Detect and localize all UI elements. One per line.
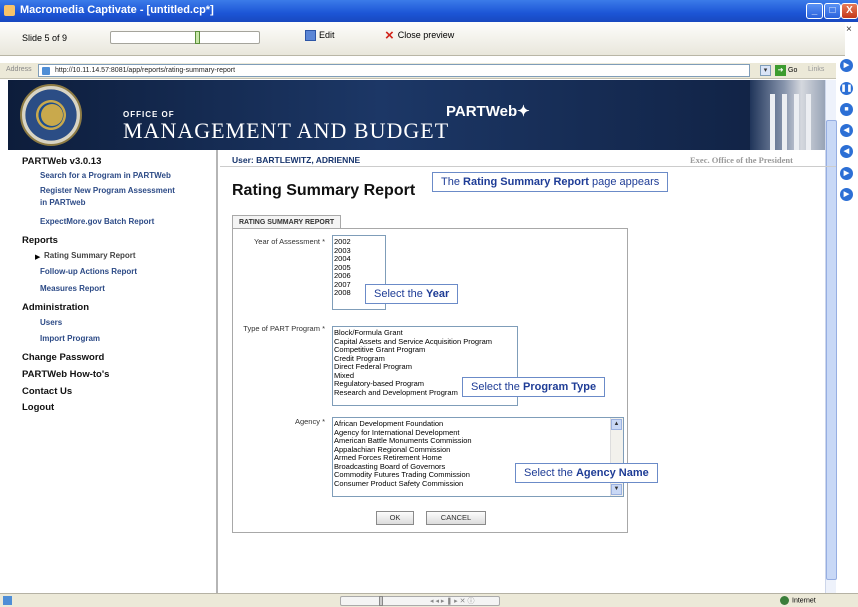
edit-button[interactable]: Edit [305,30,335,42]
sidebar-item-followup[interactable]: Follow-up Actions Report [40,267,137,276]
zone-indicator: Internet [780,596,816,605]
version-label: PARTWeb v3.0.13 [22,156,102,167]
url-input[interactable]: http://10.11.14.57:8081/app/reports/rati… [38,64,750,77]
address-bar: Address http://10.11.14.57:8081/app/repo… [0,63,836,79]
close-preview-button[interactable]: × Close preview [385,26,455,44]
scroll-up-icon[interactable]: ▲ [611,419,622,430]
go-button[interactable]: ➜ Go [775,65,797,76]
minimize-button[interactable]: _ [806,3,823,19]
scrollbar-thumb[interactable] [826,120,837,580]
agency-scrollbar[interactable]: ▲ ▼ [610,418,623,496]
sidebar-item-expectmore[interactable]: ExpectMore.gov Batch Report [40,217,154,226]
page-title: Rating Summary Report [232,182,416,199]
partweb-logo-text: PARTWeb [446,103,518,120]
next-icon[interactable]: ▶ [840,188,853,201]
playback-bar[interactable] [340,596,500,606]
close-window-button[interactable]: X [841,3,858,19]
current-item-arrow-icon: ▶ [35,254,41,261]
sidebar-item-howto[interactable]: PARTWeb How-to's [22,369,109,380]
go-label: Go [788,67,798,74]
agency-label: Agency * [294,417,325,426]
page-status-icon [3,596,12,605]
sidebar-item-register-cont[interactable]: in PARTweb [40,198,85,207]
slide-progress-bar[interactable] [110,31,260,44]
ok-button[interactable]: OK [376,511,414,525]
zone-label: Internet [792,597,816,605]
year-label: Year of Assessment * [253,237,325,246]
sidebar-item-measures[interactable]: Measures Report [40,284,105,293]
user-label: User: BARTLEWITZ, ADRIENNE [232,155,361,165]
callout-page-appears: The Rating Summary Report page appears [432,172,669,192]
program-type-option[interactable]: Direct Federal Program [334,362,516,372]
building-image [750,80,836,150]
close-preview-icon: × [385,26,394,44]
preview-toolbar: Slide 5 of 9 Edit × Close preview [0,22,845,56]
edit-label: Edit [319,30,335,40]
agency-title: MANAGEMENT AND BUDGET [123,118,450,143]
panel-close-icon[interactable]: × [846,24,858,35]
callout-select-year: Select the Year [365,284,459,304]
edit-icon [305,30,316,42]
window-title: Macromedia Captivate - [untitled.cp*] [20,4,214,16]
pause-icon[interactable]: ❚❚ [840,82,853,95]
maximize-button[interactable]: □ [824,3,841,19]
scroll-down-icon[interactable]: ▼ [611,484,622,495]
site-header: OFFICE OF MANAGEMENT AND BUDGET PARTWeb✦ [8,80,836,150]
callout-select-agency: Select the Agency Name [515,463,658,483]
address-label: Address [6,66,32,73]
play-icon[interactable]: ▶ [840,59,853,72]
go-arrow-icon: ➜ [775,65,786,76]
sidebar-item-logout[interactable]: Logout [22,402,54,413]
close-preview-label: Close preview [397,30,455,40]
sidebar-item-change-password[interactable]: Change Password [22,352,104,363]
sidebar-item-users[interactable]: Users [40,318,62,327]
administration-heading: Administration [22,302,90,313]
program-type-label: Type of PART Program * [243,324,325,333]
playback-controls-column: ▶ ❚❚ ■ ◀ ◀ ▶ ▶ [836,56,858,607]
callout-select-program-type: Select the Program Type [462,377,606,397]
cancel-button[interactable]: CANCEL [426,511,486,525]
back-icon[interactable]: ◀ [840,145,853,158]
url-text: http://10.11.14.57:8081/app/reports/rati… [55,67,236,74]
sidebar-item-rating-summary[interactable]: Rating Summary Report [44,251,136,260]
sidebar-item-import[interactable]: Import Program [40,334,100,343]
address-dropdown-icon[interactable]: ▾ [760,65,771,76]
links-label[interactable]: Links [808,66,824,73]
globe-icon [780,596,789,605]
org-label: Exec. Office of the President [690,155,793,165]
rewind-icon[interactable]: ◀ [840,124,853,137]
forward-icon[interactable]: ▶ [840,167,853,180]
sidebar-item-contact[interactable]: Contact Us [22,386,72,397]
window-title-bar: Macromedia Captivate - [untitled.cp*] _ … [0,0,858,22]
omb-seal [20,84,82,146]
sidebar-item-search[interactable]: Search for a Program in PARTWeb [40,171,171,180]
stop-icon[interactable]: ■ [840,103,853,116]
agency-listbox[interactable]: African Development Foundation Agency fo… [332,417,624,497]
form-tab[interactable]: RATING SUMMARY REPORT [232,215,342,229]
captivate-app-icon [4,5,15,16]
partweb-logo: PARTWeb✦ [446,103,530,120]
sidebar-item-register[interactable]: Register New Program Assessment [40,186,175,195]
playback-thumb[interactable] [379,596,383,606]
progress-thumb[interactable] [195,31,200,44]
playback-buttons[interactable]: ◂ ◂ ▸ ❚ ▸ ✕ ⓘ [430,596,474,606]
status-bar: ◂ ◂ ▸ ❚ ▸ ✕ ⓘ Internet [0,593,858,607]
page-icon [42,67,50,75]
eagle-icon [41,104,63,126]
slide-counter: Slide 5 of 9 [22,33,68,43]
reports-heading: Reports [22,235,58,246]
